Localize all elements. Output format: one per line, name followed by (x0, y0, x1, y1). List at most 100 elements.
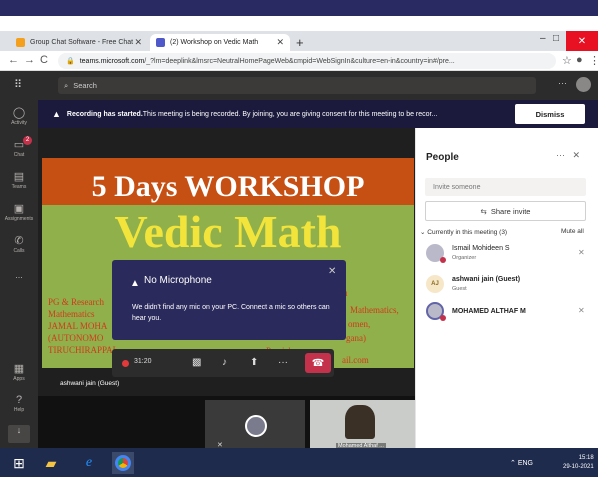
rail-item-calls[interactable]: ✆ Calls (0, 234, 38, 254)
new-tab-icon[interactable]: + (296, 35, 304, 50)
chrome-icon[interactable] (112, 452, 134, 474)
rail-label: Help (13, 407, 25, 413)
panel-more-icon[interactable]: ··· ✕ (556, 150, 580, 161)
browser-tab[interactable]: Group Chat Software - Free Chat ✕ (10, 34, 148, 51)
teams-favicon-icon (156, 38, 165, 47)
menu-icon[interactable]: ⋮ (589, 54, 598, 67)
clock-date: 29-10-2021 (563, 464, 594, 470)
hang-up-button[interactable]: ☎ (305, 353, 331, 373)
no-microphone-dialog: ▲ No Microphone We didn't find any mic o… (112, 260, 346, 340)
rail-label: Chat (13, 152, 25, 158)
participant-video (345, 405, 375, 439)
slide-text: Mathematics (48, 309, 95, 319)
bookmark-star-icon[interactable]: ☆ (562, 54, 572, 67)
lock-icon: 🔒 (66, 58, 75, 65)
call-controls: 31:20 ▩ ♪ ⬆ ··· ☎ (112, 349, 334, 377)
help-icon: ? (15, 394, 23, 406)
reload-icon[interactable]: C (40, 54, 48, 66)
rail-item-activity[interactable]: ◯ Activity (0, 106, 38, 126)
chat-badge: 2 (23, 136, 32, 145)
mic-off-icon[interactable]: ♪ (222, 357, 227, 368)
phone-hangup-icon: ☎ (311, 357, 325, 369)
slide-title: 5 Days WORKSHOP (91, 170, 365, 203)
section-label: Currently in this meeting (3) (427, 229, 508, 236)
banner-text: This meeting is being recorded. By joini… (142, 110, 438, 118)
top-band (0, 0, 598, 16)
rail-item-chat[interactable]: ▭ 2 Chat (0, 136, 38, 158)
slide-text: ail.com (342, 355, 369, 365)
address-bar-row: ← → C 🔒 teams.microsoft.com /_?lm=deepli… (0, 51, 598, 71)
file-explorer-icon[interactable]: ▰ (40, 452, 62, 474)
download-icon[interactable]: ↓ (8, 425, 30, 443)
profile-icon[interactable]: ● (576, 54, 583, 66)
system-tray[interactable]: ⌃ ENG (510, 459, 533, 467)
mute-all-button[interactable]: Mute all (561, 228, 584, 235)
dialog-message: We didn't find any mic on your PC. Conne… (132, 304, 330, 322)
warning-icon: ▲ (130, 278, 140, 289)
search-icon: ⌕ (64, 80, 69, 90)
close-window-button[interactable]: ✕ (566, 31, 598, 51)
minimize-icon[interactable]: – (540, 33, 546, 44)
browser-tab-active[interactable]: (2) Workshop on Vedic Math ✕ (150, 34, 290, 51)
rail-label: Apps (13, 376, 25, 382)
more-actions-icon[interactable]: ··· (278, 357, 288, 368)
mic-off-icon: ✕ (578, 306, 585, 315)
avatar[interactable] (576, 77, 591, 92)
rail-item-more[interactable]: ... (0, 270, 38, 280)
call-timer: 31:20 (134, 358, 152, 365)
share-icon: ⇆ (480, 206, 487, 216)
app-rail: ◯ Activity ▭ 2 Chat ▤ Teams ▣ Assignment… (0, 100, 38, 448)
rail-item-help[interactable]: ? Help (0, 394, 38, 413)
browser-tab-bar: Group Chat Software - Free Chat ✕ (2) Wo… (0, 31, 598, 51)
participant-name: Ismail Mohideen S (452, 245, 510, 252)
rail-item-assignments[interactable]: ▣ Assignments (0, 202, 38, 222)
slide-text: JAMAL MOHA (48, 321, 108, 331)
rail-label: Assignments (4, 216, 34, 222)
more-options-icon[interactable]: ··· (558, 78, 567, 88)
chat-favicon-icon (16, 38, 25, 47)
search-placeholder: Search (73, 81, 97, 90)
chrome-logo (115, 455, 131, 471)
url-field[interactable]: 🔒 teams.microsoft.com /_?lm=deeplink&lms… (58, 53, 556, 69)
participant-row[interactable]: MOHAMED ALTHAF M ✕ (420, 300, 590, 326)
slide-heading: Vedic Math (114, 206, 342, 257)
rail-item-teams[interactable]: ▤ Teams (0, 170, 38, 190)
close-tab-icon[interactable]: ✕ (134, 37, 142, 48)
share-screen-icon[interactable]: ⬆ (250, 357, 258, 368)
participant-role: Organizer (452, 255, 477, 261)
slide-text: gana) (346, 333, 366, 343)
share-invite-label: Share invite (490, 206, 531, 216)
section-header[interactable]: ⌄ Currently in this meeting (3) (420, 228, 507, 236)
close-tab-icon[interactable]: ✕ (276, 37, 284, 48)
chat-icon: ▭ (13, 139, 25, 151)
clock[interactable]: 15:18 29-10-2021 (563, 454, 594, 472)
participant-row[interactable]: Ismail Mohideen S Organizer ✕ (420, 242, 590, 268)
participant-avatar (245, 415, 267, 437)
url-path: /_?lm=deeplink&lmsrc=NeutralHomePageWeb&… (144, 57, 455, 65)
recording-banner: ▲ Recording has started. This meeting is… (38, 100, 598, 128)
app-launcher-icon[interactable]: ⠿ (14, 78, 22, 91)
share-invite-button[interactable]: ⇆ Share invite (425, 201, 586, 221)
rail-item-apps[interactable]: ▦ Apps (0, 362, 38, 382)
slide-text: TIRUCHIRAPPAL (48, 345, 119, 355)
assignments-icon: ▣ (13, 203, 25, 215)
recording-dot-icon (122, 360, 129, 367)
slide-text: omen, (348, 319, 371, 329)
dismiss-button[interactable]: Dismiss (515, 104, 585, 124)
windows-start-icon[interactable]: ⊞ (8, 452, 30, 474)
forward-icon[interactable]: → (24, 54, 35, 66)
participant-row[interactable]: AJ ashwani jain (Guest) Guest (420, 273, 590, 299)
rail-label: Calls (13, 248, 25, 254)
search-input[interactable]: ⌕ Search (58, 77, 536, 94)
internet-explorer-icon[interactable]: e (78, 452, 100, 474)
back-icon[interactable]: ← (8, 54, 19, 66)
dialog-title: No Microphone (144, 275, 212, 286)
mic-off-icon: ✕ (578, 248, 585, 257)
invite-input[interactable]: Invite someone (425, 178, 586, 196)
participant-avatar: AJ (426, 275, 444, 293)
maximize-icon[interactable]: □ (553, 33, 559, 44)
panel-title: People (426, 152, 459, 163)
close-icon[interactable]: ✕ (328, 266, 336, 277)
slide-text: PG & Research (48, 297, 104, 307)
camera-off-icon[interactable]: ▩ (192, 357, 201, 368)
